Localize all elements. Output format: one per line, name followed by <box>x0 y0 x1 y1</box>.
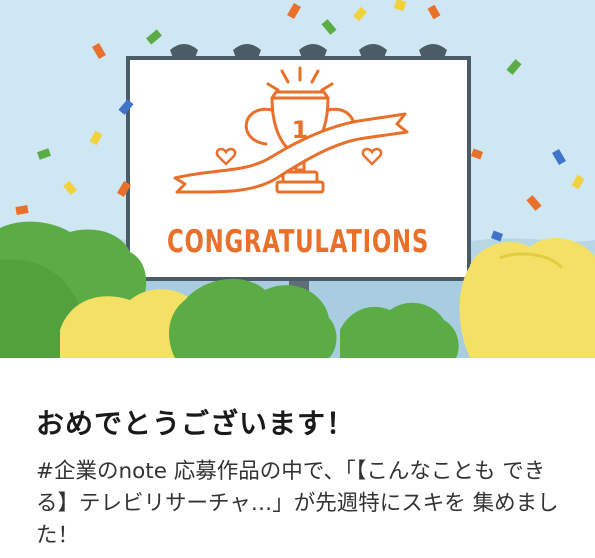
trophy-number: 1 <box>292 116 309 144</box>
billboard-text: CONGRATULATIONS <box>167 224 429 260</box>
notification-card[interactable]: 1 CONGRATULATIONS おめでとうございます！ #企業のnote 応… <box>0 0 595 558</box>
congratulations-illustration: 1 CONGRATULATIONS <box>0 0 595 358</box>
notification-message: #企業のnote 応募作品の中で、「【こんなことも できる】テレビリサーチャ…」… <box>36 459 559 548</box>
notification-title: おめでとうございます！ <box>36 407 356 440</box>
